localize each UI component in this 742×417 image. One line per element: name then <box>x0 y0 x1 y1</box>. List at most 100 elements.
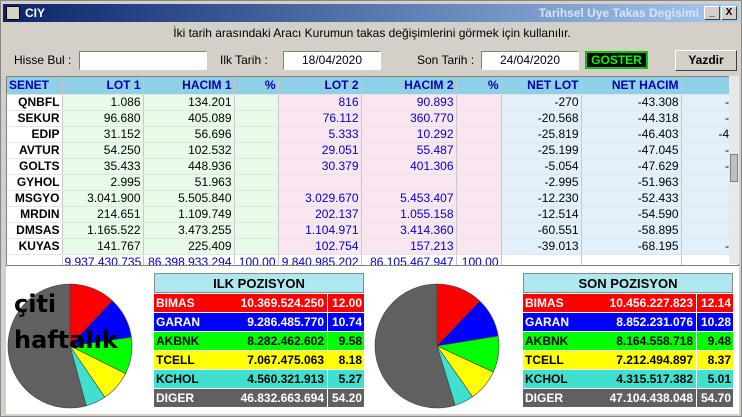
cell-pct2 <box>456 126 502 143</box>
cell-hacim2: 401.306 <box>361 158 457 175</box>
cell-lot1: 35.433 <box>62 158 144 175</box>
cell-hacim1: 448.936 <box>143 158 235 175</box>
table-row[interactable]: AVTUR 54.250 102.532 29.051 55.487 -25.199 -47… <box>7 142 738 159</box>
cell-pct2 <box>456 206 502 223</box>
cell-pct1 <box>234 222 279 239</box>
cell-hacim2: 360.770 <box>361 110 457 127</box>
cell-hacim1: 1.109.749 <box>143 206 235 223</box>
cell-lot2 <box>278 174 362 191</box>
position-value: 8.282.462.602 <box>247 334 324 348</box>
table-row[interactable]: QNBFL1.086134.20181690.893-270-43.308-33 <box>7 94 738 111</box>
position-percent: 5.27 <box>338 372 362 386</box>
ilk-tarih-input[interactable]: 18/04/2020 <box>283 51 381 70</box>
position-row: KCHOL 4.560.321.913 5.27 <box>154 370 364 389</box>
position-symbol: AKBNK <box>156 334 200 348</box>
hisse-bul-input[interactable] <box>79 51 207 70</box>
cell-net-hacim: -58.895 <box>581 222 682 239</box>
cell-pct1 <box>234 158 279 175</box>
header-senet[interactable]: SENET <box>7 77 63 95</box>
cell-net-hacim: -43.308 <box>581 94 682 111</box>
cell-net-lot: -12.230 <box>501 190 582 207</box>
position-value: 8.164.558.718 <box>616 334 693 348</box>
position-row: KCHOL 4.315.517.382 5.01 <box>523 370 733 389</box>
cell-hacim2 <box>361 174 457 191</box>
ilk-pozisyon-title: ILK POZISYON <box>154 273 364 293</box>
position-percent: 8.37 <box>707 353 731 367</box>
yazdir-button[interactable]: Yazdir <box>675 50 737 71</box>
cell-lot1: 31.152 <box>62 126 144 143</box>
header-lot2[interactable]: LOT 2 <box>278 77 362 95</box>
position-percent: 5.01 <box>707 372 731 386</box>
son-pozisyon-title: SON POZISYON <box>523 273 733 293</box>
header-hacim1[interactable]: HACIM 1 <box>143 77 235 95</box>
table-row[interactable]: SEKUR 96.680 405.089 76.112 360.770 -20.568 -4… <box>7 110 738 127</box>
header-net-hacim[interactable]: NET HACIM <box>581 77 682 95</box>
cell-lot2: 202.137 <box>278 206 362 223</box>
son-tarih-label: Son Tarih : <box>417 53 475 67</box>
position-row: BIMAS 10.369.524.250 12.00 <box>154 294 364 313</box>
cell-hacim2: 5.453.407 <box>361 190 457 207</box>
cell-net-lot: -2.995 <box>501 174 582 191</box>
cell-lot1: 2.995 <box>62 174 144 191</box>
position-symbol: GARAN <box>525 315 569 329</box>
position-percent: 9.48 <box>707 334 731 348</box>
cell-net-lot: -25.819 <box>501 126 582 143</box>
window-title: Tarihsel Uye Takas Degisimi <box>538 6 699 20</box>
position-row: AKBNK 8.164.558.718 9.48 <box>523 332 733 351</box>
table-row[interactable]: MSGYO 3.041.900 5.505.840 3.029.670 5.453.40… <box>7 190 738 207</box>
symbol-cell: QNBFL <box>7 94 63 111</box>
column-divider <box>327 370 328 388</box>
position-symbol: AKBNK <box>525 334 569 348</box>
minimize-button[interactable]: _ <box>704 6 720 20</box>
table-row[interactable]: MRDIN 214.651 1.109.749 202.137 1.055.158 -12… <box>7 206 738 223</box>
column-divider <box>327 332 328 350</box>
position-symbol: BIMAS <box>525 296 564 310</box>
total-pct1: 100,00 <box>234 254 279 265</box>
app-icon <box>6 6 20 20</box>
cell-net-hacim: -54.590 <box>581 206 682 223</box>
symbol-cell: SEKUR <box>7 110 63 127</box>
cell-pct1 <box>234 142 279 159</box>
cell-pct1 <box>234 110 279 127</box>
ilk-tarih-label: Ilk Tarih : <box>220 53 268 67</box>
takas-table: SENET LOT 1 HACIM 1% LOT 2 HACIM 2% NET LOT NE… <box>7 77 738 265</box>
table-row[interactable]: KUYAS 141.767 225.409 102.754 157.213 -39.013… <box>7 238 738 255</box>
header-lot1[interactable]: LOT 1 <box>62 77 144 95</box>
table-row[interactable]: EDIP 31.152 56.696 5.333 10.292 -25.819 -46.40… <box>7 126 738 143</box>
position-symbol: GARAN <box>156 315 200 329</box>
header-pct2[interactable]: % <box>456 77 502 95</box>
header-pct1[interactable]: % <box>234 77 279 95</box>
cell-pct1 <box>234 206 279 223</box>
total-hacim1: 86.398.933.294 <box>143 254 235 265</box>
column-divider <box>696 313 697 331</box>
position-row: DIGER 47.104.438.048 54.70 <box>523 389 733 408</box>
title-bar[interactable]: CIY Tarihsel Uye Takas Degisimi _ X <box>3 4 739 22</box>
column-divider <box>327 313 328 331</box>
vertical-scrollbar[interactable] <box>729 76 739 264</box>
close-button[interactable]: X <box>721 6 737 20</box>
symbol-cell: GYHOL <box>7 174 63 191</box>
header-net-lot[interactable]: NET LOT <box>501 77 582 95</box>
cell-net-lot: -270 <box>501 94 582 111</box>
cell-lot1: 141.767 <box>62 238 144 255</box>
goster-button[interactable]: GOSTER <box>585 51 648 69</box>
cell-hacim2: 90.893 <box>361 94 457 111</box>
table-row[interactable]: GOLTS 35.433 448.936 30.379 401.306 -5.054 -47… <box>7 158 738 175</box>
total-net-lot <box>501 254 582 265</box>
cell-hacim1: 5.505.840 <box>143 190 235 207</box>
app-title: CIY <box>25 6 46 20</box>
symbol-cell: DMSAS <box>7 222 63 239</box>
cell-pct2 <box>456 238 502 255</box>
position-value: 7.212.494.897 <box>616 353 693 367</box>
data-grid[interactable]: SENET LOT 1 HACIM 1% LOT 2 HACIM 2% NET LOT NE… <box>6 76 739 266</box>
scrollbar-thumb[interactable] <box>730 154 738 182</box>
table-row[interactable]: GYHOL 2.995 51.963 -2.995 -51.963 <box>7 174 738 191</box>
position-value: 7.067.475.063 <box>247 353 324 367</box>
position-value: 4.315.517.382 <box>616 372 693 386</box>
total-lot1: 9.937.430.735 <box>62 254 144 265</box>
table-row[interactable]: DMSAS 1.165.522 3.473.255 1.104.971 3.414.36… <box>7 222 738 239</box>
header-hacim2[interactable]: HACIM 2 <box>361 77 457 95</box>
totals-row: 9.937.430.735 86.398.933.294 100,00 9.840.9… <box>7 254 738 265</box>
total-pct2: 100,00 <box>456 254 502 265</box>
son-tarih-input[interactable]: 24/04/2020 <box>481 51 579 70</box>
